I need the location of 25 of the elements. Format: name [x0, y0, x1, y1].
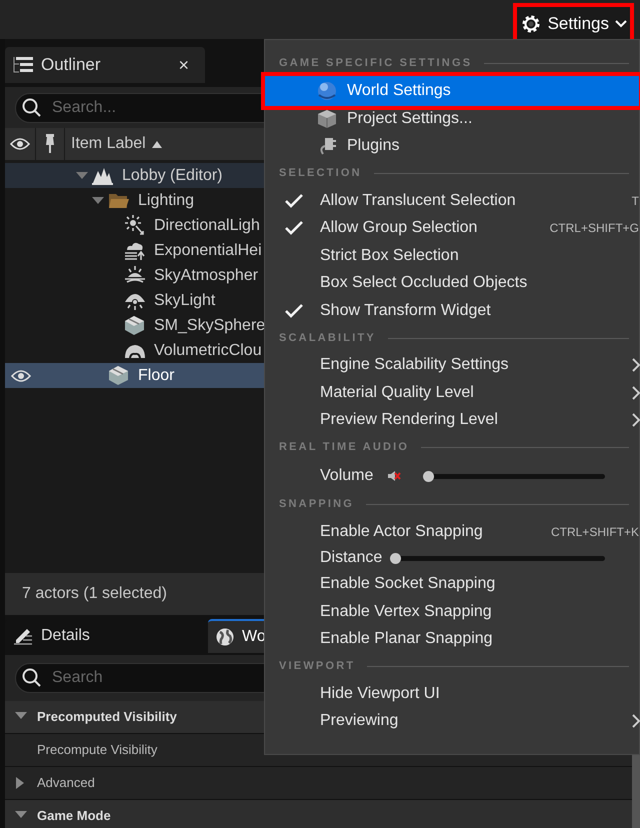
section-header: REAL TIME AUDIO — [279, 440, 410, 456]
tree-label: Lobby (Editor) — [122, 166, 222, 186]
shortcut-label: T — [632, 192, 639, 210]
tree-label: ExponentialHei — [154, 240, 262, 260]
tree-label: SkyLight — [154, 290, 216, 310]
slider-label: Volume — [320, 466, 374, 486]
tree-label: Lighting — [138, 190, 194, 210]
tree-label: Floor — [138, 366, 174, 386]
tree-label: DirectionalLigh — [154, 216, 260, 236]
property-label: Precompute Visibility — [37, 741, 158, 760]
section-header: SNAPPING — [279, 497, 354, 512]
section-header: SELECTION — [279, 166, 362, 182]
section-header: VIEWPORT — [279, 659, 356, 674]
shortcut-label: CTRL+SHIFT+K — [550, 524, 639, 541]
tree-label: SM_SkySphere — [154, 316, 266, 336]
shortcut-label: CTRL+SHIFT+G — [550, 220, 639, 238]
property-label: Precomputed Visibility — [37, 708, 177, 726]
section-header: GAME SPECIFIC SETTINGS — [279, 56, 472, 72]
slider-label: Distance — [320, 548, 382, 568]
actor-count: 7 actors (1 selected) — [22, 584, 167, 604]
property-label: Advanced — [37, 774, 95, 792]
tree-label: SkyAtmospher — [154, 266, 258, 286]
section-header: SCALABILITY — [279, 330, 376, 346]
property-label: Game Mode — [37, 807, 111, 826]
tree-label: VolumetricClou — [154, 340, 262, 360]
